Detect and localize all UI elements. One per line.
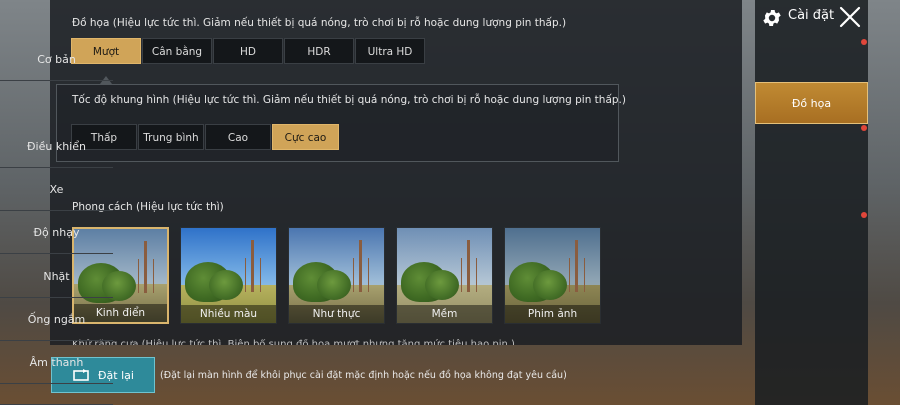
graphics-option-ultra-hd[interactable]: Ultra HD — [355, 38, 425, 64]
framerate-option-high[interactable]: Cao — [205, 124, 271, 150]
style-colorful-label: Nhiều màu — [181, 305, 276, 323]
sidebar-item-controls[interactable]: Điều khiển — [0, 126, 113, 168]
graphics-quality-selector: Mượt Cân bằng HD HDR Ultra HD — [71, 38, 426, 64]
style-colorful[interactable]: Nhiều màu — [180, 227, 277, 324]
style-cinematic[interactable]: Phim ảnh — [504, 227, 601, 324]
sidebar-item-basic[interactable]: Cơ bản — [0, 39, 113, 81]
notice-dot-controls — [861, 125, 867, 131]
close-icon[interactable] — [839, 6, 861, 28]
settings-sidebar — [755, 0, 868, 405]
sidebar-item-sensitivity[interactable]: Độ nhạy — [0, 212, 113, 254]
style-soft[interactable]: Mềm — [396, 227, 493, 324]
graphics-option-balanced[interactable]: Cân bằng — [142, 38, 212, 64]
style-soft-label: Mềm — [397, 305, 492, 323]
notice-dot-basic — [861, 39, 867, 45]
settings-title: Cài đặt — [788, 8, 835, 23]
gear-icon — [763, 10, 781, 26]
graphics-option-hd[interactable]: HD — [213, 38, 283, 64]
notice-dot-sensitivity — [861, 212, 867, 218]
sidebar-item-audio[interactable]: Âm thanh — [0, 342, 113, 384]
sidebar-item-pickup[interactable]: Nhặt — [0, 256, 113, 298]
framerate-option-medium[interactable]: Trung bình — [138, 124, 204, 150]
sidebar-item-scope[interactable]: Ống ngắm — [0, 299, 113, 341]
graphics-title: Đồ họa (Hiệu lực tức thì. Giảm nếu thiết… — [72, 17, 567, 29]
style-thumbnails: Kinh điển Nhiều màu Như thực Mềm Phim ản… — [72, 227, 601, 324]
graphics-option-hdr[interactable]: HDR — [284, 38, 354, 64]
style-realistic-label: Như thực — [289, 305, 384, 323]
antialiasing-title-partial: Khử răng cưa (Hiệu lực tức thì. Biên bổ … — [72, 339, 515, 345]
reset-note: (Đặt lại màn hình để khôi phục cài đặt m… — [160, 370, 567, 381]
style-cinematic-label: Phim ảnh — [505, 305, 600, 323]
framerate-title: Tốc độ khung hình (Hiệu lực tức thì. Giả… — [72, 94, 626, 106]
framerate-option-ultra[interactable]: Cực cao — [272, 124, 339, 150]
sidebar-item-more[interactable] — [0, 385, 113, 405]
sidebar-item-graphics[interactable]: Đồ họa — [755, 82, 868, 124]
sidebar-item-vehicle[interactable]: Xe — [0, 169, 113, 211]
style-realistic[interactable]: Như thực — [288, 227, 385, 324]
